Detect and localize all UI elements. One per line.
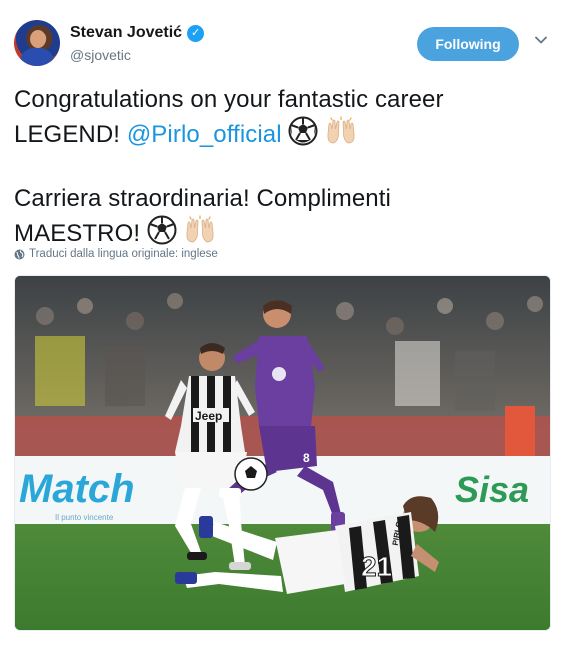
tweet-photo[interactable]: Match Il punto vincente Sisa Jeep 8 21 P… — [14, 275, 551, 631]
translate-text: Traduci dalla lingua originale: inglese — [29, 248, 218, 260]
tweet-text: Congratulations on your fantastic career… — [14, 84, 557, 254]
tweet-text-line-4: MAESTRO! — [14, 220, 147, 247]
name-row: Stevan Jovetić ✓ — [70, 24, 205, 42]
soccer-ball-emoji — [288, 116, 318, 155]
user-handle[interactable]: @sjovetic — [70, 47, 131, 63]
tweet-text-line-3: Carriera straordinaria! Complimenti — [14, 185, 391, 212]
ad-board-left: Match — [19, 467, 135, 511]
mention-link[interactable]: @Pirlo_official — [127, 121, 282, 148]
verified-check-icon: ✓ — [187, 24, 205, 42]
jersey-number-front: 8 — [303, 451, 310, 465]
tweet-line: Carriera straordinaria! Complimenti — [14, 183, 557, 215]
steward — [505, 406, 535, 461]
ad-board-right: Sisa — [455, 469, 529, 510]
translate-link[interactable]: Traduci dalla lingua originale: inglese — [14, 248, 218, 260]
avatar-shirt — [20, 48, 54, 66]
raised-hands-emoji — [325, 116, 357, 155]
ad-board-left-sub: Il punto vincente — [55, 513, 114, 522]
avatar-face — [30, 30, 46, 48]
display-name[interactable]: Stevan Jovetić — [70, 24, 182, 42]
tweet-line: Congratulations on your fantastic career — [14, 84, 557, 116]
globe-icon — [14, 249, 25, 260]
tweet-header: Stevan Jovetić ✓ @sjovetic Following — [14, 18, 557, 70]
chevron-down-icon[interactable] — [535, 34, 547, 46]
following-button[interactable]: Following — [417, 27, 519, 61]
tweet-text-line-2: LEGEND! — [14, 121, 127, 148]
tweet-text-line-1: Congratulations on your fantastic career — [14, 86, 444, 113]
jersey-number-back: 21 — [361, 551, 392, 582]
tweet-card: Stevan Jovetić ✓ @sjovetic Following Con… — [0, 0, 571, 645]
tweet-line: LEGEND! @Pirlo_official — [14, 116, 557, 155]
jersey-sponsor: Jeep — [195, 409, 222, 423]
avatar[interactable] — [14, 20, 60, 66]
